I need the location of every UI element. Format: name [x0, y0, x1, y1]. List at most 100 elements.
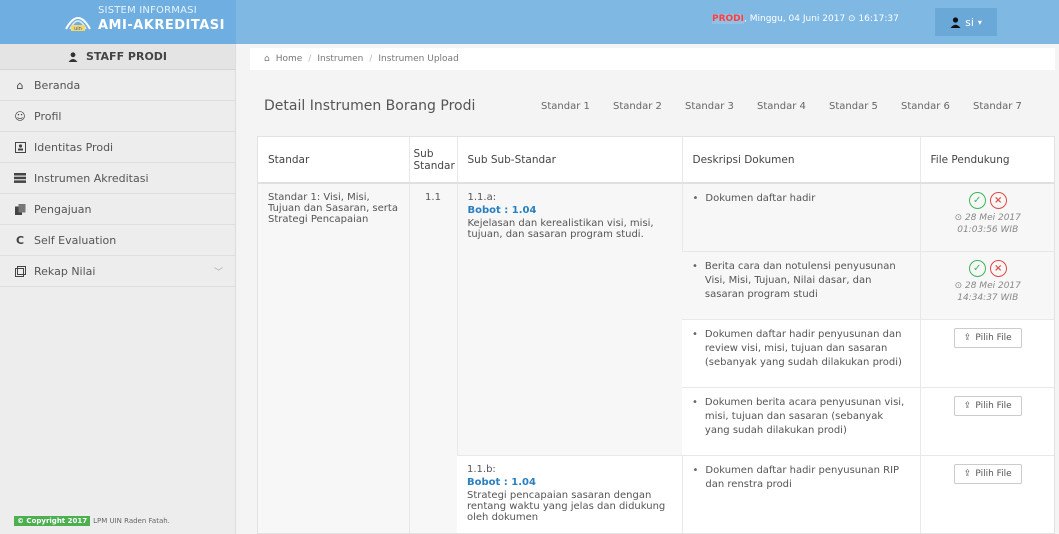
file-pendukung-cell: ✓ × ⊙ 28 Mei 2017 14:34:37 WIB [919, 251, 1054, 320]
brand[interactable]: uin SISTEM INFORMASI AMI-AKREDITASI [0, 0, 236, 44]
upload-date: ⊙ 28 Mei 2017 [954, 213, 1021, 223]
caret-down-icon: ▾ [977, 17, 982, 27]
tab-standar-3[interactable]: Standar 3 [685, 101, 757, 112]
bobot-value: Bobot : 1.04 [467, 476, 536, 488]
col-sub-standar: Sub Standar [408, 137, 457, 184]
sidebar-item-label: Instrumen Akreditasi [34, 171, 149, 185]
sidebar-header: STAFF PRODI [0, 44, 235, 70]
user-circle-icon: ☺ [14, 109, 26, 123]
sub-standar-cell: 1.1 [408, 183, 457, 533]
breadcrumb-home[interactable]: Home [276, 54, 303, 64]
check-icon[interactable]: ✓ [968, 192, 986, 209]
sidebar-item-profil[interactable]: ☺ Profil [0, 101, 235, 132]
deskripsi-cell: Dokumen daftar hadir penyusunan dan revi… [682, 319, 920, 388]
deskripsi-cell: Dokumen daftar hadir penyusunan RIP dan … [681, 455, 920, 533]
sub-sub-code: 1.1.b: [467, 463, 496, 475]
user-icon [68, 51, 78, 62]
date-time-text: , Minggu, 04 Juni 2017 ⊙ 16:17:37 [744, 14, 899, 24]
deskripsi-cell: Berita cara dan notulensi penyusunan Vis… [682, 251, 920, 320]
deskripsi-cell: Dokumen berita acara penyusunan visi, mi… [682, 387, 920, 456]
uin-logo-icon: uin [65, 17, 91, 32]
col-deskripsi-dokumen: Deskripsi Dokumen [681, 137, 920, 184]
col-standar: Standar [258, 137, 409, 184]
pilih-file-label: Pilih File [975, 400, 1012, 411]
top-navbar: uin SISTEM INFORMASI AMI-AKREDITASI PROD… [0, 0, 1059, 44]
breadcrumb-instrumen[interactable]: Instrumen [317, 54, 363, 64]
sub-sub-standar-cell: 1.1.b: Bobot : 1.04 Strategi pencapaian … [457, 455, 682, 533]
tab-standar-1[interactable]: Standar 1 [541, 101, 613, 112]
breadcrumb: ⌂ Home / Instrumen / Instrumen Upload [250, 48, 1055, 70]
delete-icon[interactable]: × [989, 259, 1007, 277]
user-menu-button[interactable]: si ▾ [935, 8, 997, 36]
sub-sub-code: 1.1.a: [467, 192, 497, 203]
deskripsi-text: Dokumen daftar hadir penyusunan dan revi… [704, 328, 902, 368]
id-card-icon [14, 141, 26, 153]
col-file-pendukung: File Pendukung [919, 137, 1054, 184]
date-time-display: PRODI, Minggu, 04 Juni 2017 ⊙ 16:17:37 [712, 14, 899, 24]
upload-time: 14:34:37 WIB [957, 292, 1019, 303]
deskripsi-cell: Dokumen daftar hadir [681, 183, 920, 252]
pilih-file-button[interactable]: ⇪ Pilih File [953, 463, 1022, 484]
copy-icon [14, 203, 26, 215]
standar-text: Standar 1: Visi, Misi, Tujuan dan Sasara… [268, 192, 398, 225]
check-icon[interactable]: ✓ [968, 259, 986, 277]
tab-standar-4[interactable]: Standar 4 [757, 101, 829, 112]
sub-sub-description: Strategi pencapaian sasaran dengan renta… [467, 489, 666, 523]
chevron-down-icon: ﹀ [213, 267, 223, 278]
deskripsi-text: Dokumen daftar hadir [705, 193, 816, 204]
instrumen-table: Standar Sub Standar Sub Sub-Standar Desk… [258, 137, 1054, 533]
sidebar-item-label: Self Evaluation [34, 233, 117, 247]
sidebar-item-instrumen-akreditasi[interactable]: Instrumen Akreditasi [0, 163, 235, 194]
svg-text:uin: uin [74, 26, 82, 32]
home-icon: ⌂ [264, 54, 270, 64]
sidebar-item-rekap-nilai[interactable]: Rekap Nilai ﹀ [0, 256, 235, 287]
username: si [965, 15, 974, 29]
pilih-file-button[interactable]: ⇪ Pilih File [953, 327, 1022, 348]
file-pendukung-cell: ✓ × ⊙ 28 Mei 2017 01:03:56 WIB [919, 183, 1054, 252]
sidebar-item-pengajuan[interactable]: Pengajuan [0, 194, 235, 225]
brand-subtitle: SISTEM INFORMASI [98, 5, 197, 16]
copyright-text: LPM UIN Raden Fatah. [93, 517, 170, 525]
deskripsi-text: Dokumen daftar hadir penyusunan RIP dan … [705, 464, 900, 490]
breadcrumb-separator: / [308, 54, 312, 64]
upload-icon: ⇪ [963, 400, 972, 411]
instrumen-table-panel: Standar Sub Standar Sub Sub-Standar Desk… [257, 136, 1055, 534]
standar-tabs: Standar 1 Standar 2 Standar 3 Standar 4 … [541, 101, 1023, 112]
sidebar-item-label: Beranda [34, 78, 81, 92]
tab-standar-7[interactable]: Standar 7 [973, 101, 1023, 112]
delete-icon[interactable]: × [989, 192, 1007, 209]
table-header-row: Standar Sub Standar Sub Sub-Standar Desk… [258, 137, 1054, 184]
pilih-file-label: Pilih File [975, 468, 1012, 479]
sub-sub-description: Kejelasan dan kerealistikan visi, misi, … [467, 218, 654, 240]
upload-icon: ⇪ [963, 332, 972, 343]
sidebar-item-label: Identitas Prodi [34, 140, 114, 154]
sidebar-item-beranda[interactable]: ⌂ Beranda [0, 70, 235, 101]
pilih-file-button[interactable]: ⇪ Pilih File [953, 395, 1022, 416]
user-icon [950, 16, 961, 28]
file-pendukung-cell: ⇪ Pilih File [919, 455, 1054, 533]
server-icon [14, 172, 26, 184]
file-pendukung-cell: ⇪ Pilih File [919, 387, 1054, 456]
home-icon: ⌂ [16, 78, 24, 92]
copyright-badge: © Copyright 2017 [14, 516, 91, 526]
sidebar-item-identitas-prodi[interactable]: Identitas Prodi [0, 132, 235, 163]
copyright: © Copyright 2017 LPM UIN Raden Fatah. [14, 516, 170, 526]
sidebar: STAFF PRODI ⌂ Beranda ☺ Profil Identitas… [0, 44, 236, 534]
sidebar-header-label: STAFF PRODI [85, 50, 168, 63]
tab-standar-5[interactable]: Standar 5 [829, 101, 901, 112]
upload-time: 01:03:56 WIB [957, 225, 1019, 235]
standar-cell: Standar 1: Visi, Misi, Tujuan dan Sasara… [258, 183, 409, 533]
tab-standar-6[interactable]: Standar 6 [901, 101, 973, 112]
brand-title: AMI-AKREDITASI [98, 18, 226, 33]
tab-standar-2[interactable]: Standar 2 [613, 101, 685, 112]
file-pendukung-cell: ⇪ Pilih File [919, 319, 1054, 388]
sub-sub-standar-cell: 1.1.a: Bobot : 1.04 Kejelasan dan kereal… [456, 183, 682, 456]
deskripsi-text: Dokumen berita acara penyusunan visi, mi… [704, 396, 905, 436]
sidebar-item-self-evaluation[interactable]: C Self Evaluation [0, 225, 235, 256]
prodi-label: PRODI [712, 14, 744, 24]
sidebar-item-label: Rekap Nilai [34, 264, 96, 278]
sidebar-item-label: Pengajuan [34, 202, 92, 216]
refresh-icon: C [15, 233, 25, 247]
table-row: Standar 1: Visi, Misi, Tujuan dan Sasara… [258, 183, 1054, 533]
deskripsi-text: Berita cara dan notulensi penyusunan Vis… [704, 260, 896, 300]
